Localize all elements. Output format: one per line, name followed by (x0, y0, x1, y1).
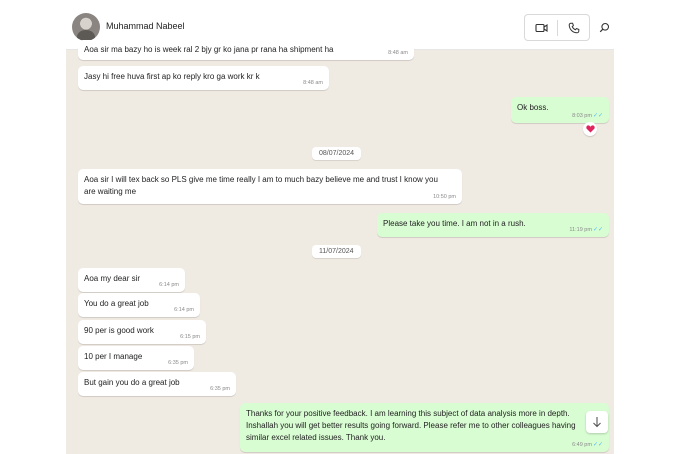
read-ticks-icon: ✓✓ (592, 442, 603, 448)
message-time: 6:35 pm (168, 360, 188, 366)
heart-icon (585, 125, 595, 133)
message-time: 10:50 pm (433, 194, 456, 200)
date-separator: 08/07/2024 (312, 147, 362, 160)
read-ticks-icon: ✓✓ (592, 227, 603, 233)
incoming-message[interactable]: Aoa sir ma bazy ho is week ral 2 bjy gr … (78, 40, 414, 60)
outgoing-message[interactable]: Thanks for your positive feedback. I am … (240, 403, 609, 452)
message-time: 6:35 pm (210, 386, 230, 392)
outgoing-message[interactable]: Ok boss. 8:03 pm✓✓ (511, 97, 609, 123)
divider (557, 20, 558, 36)
heart-reaction[interactable] (583, 122, 597, 136)
incoming-message[interactable]: Aoa sir I will tex back so PLS give me t… (78, 169, 462, 204)
video-call-icon (534, 23, 548, 33)
message-time: 8:03 pm✓✓ (572, 113, 603, 119)
arrow-down-icon (593, 417, 601, 428)
message-time: 11:19 pm✓✓ (569, 227, 603, 233)
incoming-message[interactable]: Aoa my dear sir 6:14 pm (78, 268, 185, 292)
call-buttons (524, 14, 590, 41)
message-list[interactable]: Aoa sir ma bazy ho is week ral 2 bjy gr … (66, 40, 614, 454)
voice-call-button[interactable] (564, 18, 584, 38)
date-separator: 11/07/2024 (312, 245, 361, 258)
incoming-message[interactable]: You do a great job 6:14 pm (78, 293, 200, 317)
contact-name[interactable]: Muhammad Nabeel (106, 21, 185, 31)
chat-window: Muhammad Nabeel Aoa sir ma bazy ho is we… (66, 4, 614, 454)
message-time: 8:48 am (388, 50, 408, 56)
read-ticks-icon: ✓✓ (592, 113, 603, 119)
incoming-message[interactable]: 10 per I manage 6:35 pm (78, 346, 194, 370)
voice-call-icon (568, 22, 580, 34)
avatar[interactable] (72, 13, 100, 41)
message-time: 6:49 pm✓✓ (572, 442, 603, 448)
message-time: 8:48 am (303, 80, 323, 86)
message-time: 6:14 pm (159, 282, 179, 288)
video-call-button[interactable] (531, 18, 551, 38)
message-time: 6:15 pm (180, 334, 200, 340)
search-icon (599, 22, 609, 32)
message-time: 6:14 pm (174, 307, 194, 313)
search-button[interactable] (594, 17, 614, 37)
incoming-message[interactable]: 90 per is good work 6:15 pm (78, 320, 206, 344)
scroll-to-bottom-button[interactable] (586, 411, 608, 433)
outgoing-message[interactable]: Please take you time. I am not in a rush… (377, 213, 609, 237)
incoming-message[interactable]: Jasy hi free huva first ap ko reply kro … (78, 66, 329, 90)
incoming-message[interactable]: But gain you do a great job 6:35 pm (78, 372, 236, 396)
